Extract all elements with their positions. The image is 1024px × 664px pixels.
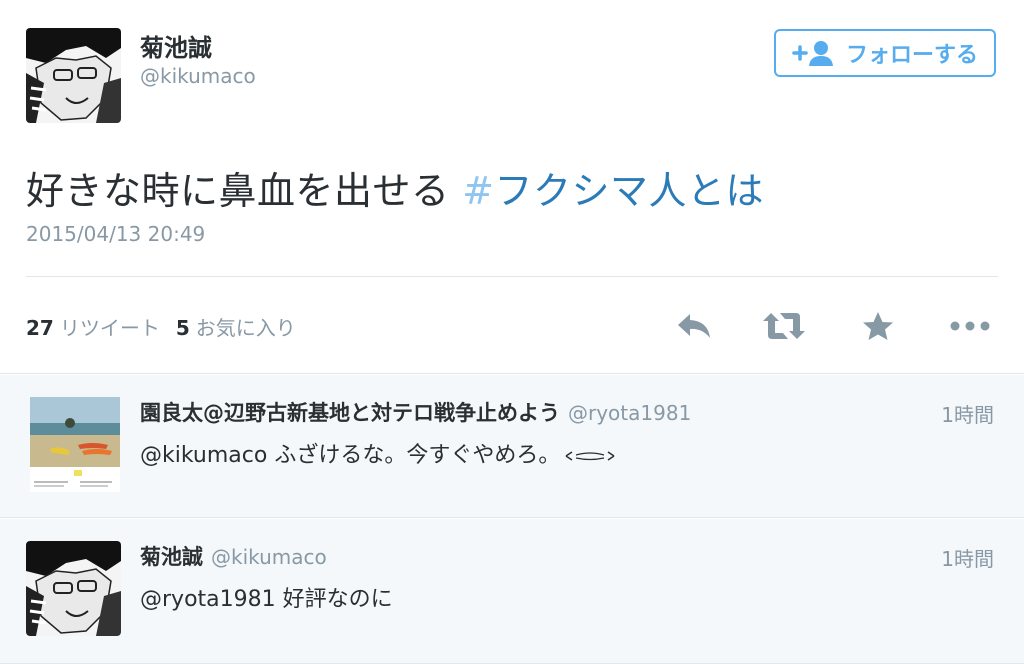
hashtag-mark: # (462, 169, 495, 213)
author-name[interactable]: 菊池誠 (140, 28, 212, 63)
reply-avatar[interactable] (30, 397, 120, 492)
reply-author-name: 菊池誠 (140, 545, 203, 569)
reply-author[interactable]: 園良太@辺野古新基地と対テロ戦争止めよう @ryota1981 (140, 397, 691, 427)
follow-user-plus-icon (792, 39, 836, 67)
reply-text: @kikumaco ふざけるな。今すぐやめろ。 (140, 437, 616, 469)
reply-avatar[interactable] (26, 541, 121, 636)
favorite-stat-label: お気に入り (195, 316, 296, 340)
tweet-timestamp[interactable]: 2015/04/13 20:49 (26, 222, 205, 246)
hashtag-text: フクシマ人とは (494, 169, 764, 213)
author-avatar[interactable] (26, 28, 121, 123)
tweet-body: 好きな時に鼻血を出せる (26, 169, 463, 213)
retweet-icon[interactable] (762, 306, 806, 346)
favorite-count: 5 (175, 316, 190, 340)
reply-author-handle: @kikumaco (211, 545, 327, 569)
reply-author-name: 園良太@辺野古新基地と対テロ戦争止めよう (140, 401, 560, 425)
reply-item[interactable]: 園良太@辺野古新基地と対テロ戦争止めよう @ryota1981 1時間 @kiku… (0, 375, 1024, 518)
divider (26, 276, 998, 277)
favorite-stat[interactable]: 5 お気に入り (176, 316, 296, 340)
sweat-emoticon-icon (564, 444, 616, 469)
follow-button[interactable]: フォローする (774, 29, 996, 77)
more-icon[interactable] (948, 306, 992, 346)
hashtag-link[interactable]: #フクシマ人とは (462, 169, 764, 213)
retweet-stat[interactable]: 27 リツイート (26, 316, 160, 340)
retweet-stat-label: リツイート (59, 316, 160, 340)
mention-link[interactable]: @ryota1981 (140, 587, 276, 612)
author-handle[interactable]: @kikumaco (140, 64, 256, 88)
reply-body: ふざけるな。今すぐやめろ。 (267, 443, 561, 468)
reply-body: 好評なのに (275, 587, 393, 612)
reply-time[interactable]: 1時間 (941, 399, 994, 428)
reply-item[interactable]: 菊池誠 @kikumaco 1時間 @ryota1981 好評なのに (0, 519, 1024, 664)
reply-time[interactable]: 1時間 (941, 543, 994, 572)
mention-link[interactable]: @kikumaco (140, 443, 267, 468)
star-icon[interactable] (856, 306, 900, 346)
tweet-stats: 27 リツイート 5 お気に入り (26, 312, 312, 341)
tweet-text: 好きな時に鼻血を出せる #フクシマ人とは (26, 160, 764, 215)
retweet-count: 27 (26, 316, 54, 340)
reply-icon[interactable] (672, 306, 716, 346)
tweet-card: 菊池誠 @kikumaco フォローする 好きな時に鼻血を出せる #フクシマ人と… (0, 0, 1024, 374)
reply-text: @ryota1981 好評なのに (140, 581, 393, 613)
follow-button-label: フォローする (845, 42, 978, 67)
reply-author[interactable]: 菊池誠 @kikumaco (140, 541, 327, 571)
reply-author-handle: @ryota1981 (568, 401, 692, 425)
